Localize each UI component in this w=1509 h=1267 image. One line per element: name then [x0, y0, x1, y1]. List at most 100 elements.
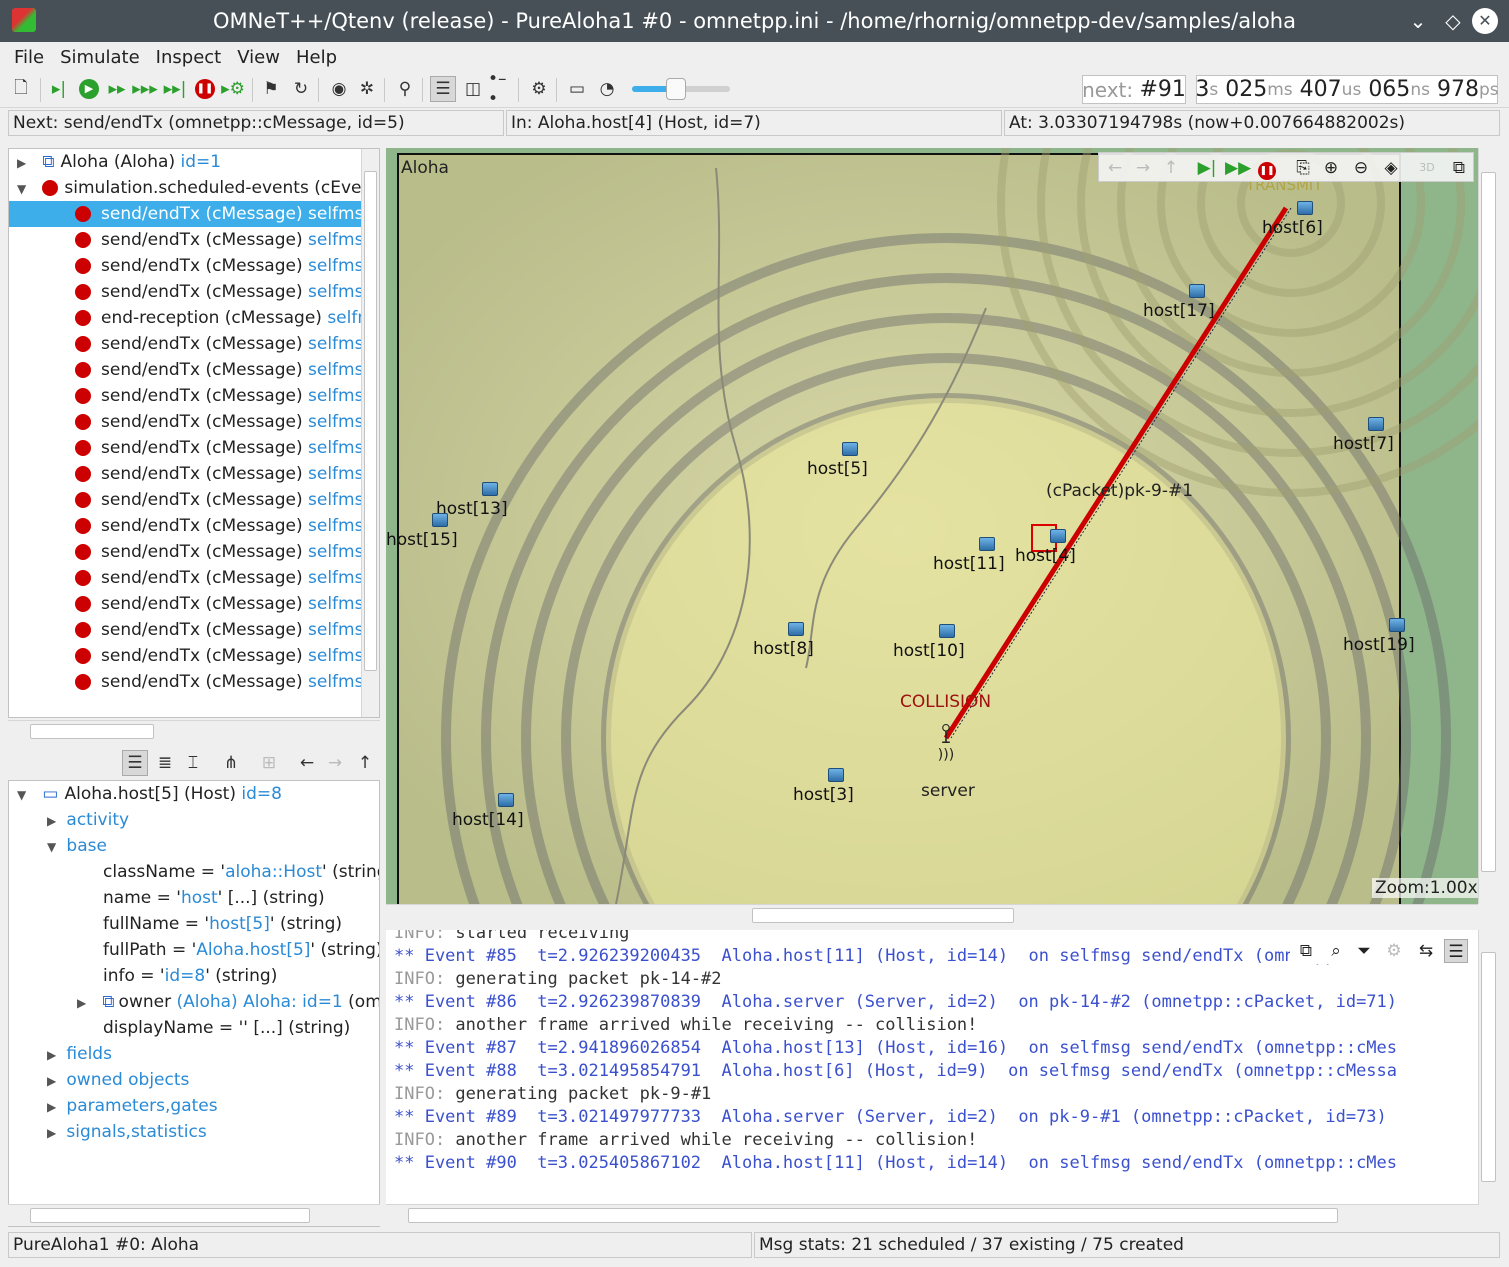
canvas-vscrollbar[interactable]	[1478, 148, 1498, 904]
chevron-down-icon[interactable]: ▼	[17, 782, 31, 807]
scheduled-event-item[interactable]: send/endTx (cMessage) selfmsg	[9, 409, 361, 435]
menu-simulate[interactable]: Simulate	[60, 47, 140, 68]
canvas-hscrollbar[interactable]	[386, 904, 1478, 926]
new-file-icon[interactable]: 🗋	[8, 76, 34, 102]
menu-file[interactable]: File	[14, 47, 44, 68]
rebuild-icon[interactable]: ↻	[288, 76, 314, 102]
owner-row[interactable]: ▶ ⧉ owner (Aloha) Aloha: id=1 (om	[9, 989, 379, 1015]
split-view-icon[interactable]: ◫	[460, 76, 486, 102]
host-node[interactable]: host[4]	[1015, 528, 1076, 566]
up-arrow-icon[interactable]: ↑	[352, 750, 378, 776]
host-node[interactable]: host[3]	[793, 767, 854, 805]
3d-icon[interactable]: 3D	[1415, 156, 1439, 180]
chevron-right-icon[interactable]: ▶	[77, 990, 91, 1015]
children-mode-icon[interactable]: ☰	[122, 750, 148, 776]
maximize-icon[interactable]: ◇	[1440, 8, 1466, 34]
scheduled-event-item[interactable]: send/endTx (cMessage) selfmsg	[9, 617, 361, 643]
property-row[interactable]: fullName = 'host[5]' (string)	[9, 911, 379, 937]
host-node[interactable]: host[15]	[386, 512, 458, 550]
scheduled-event-item[interactable]: send/endTx (cMessage) selfmsg	[9, 383, 361, 409]
flag-icon[interactable]: ⚑	[258, 76, 284, 102]
host-node[interactable]: host[17]	[1143, 283, 1215, 321]
host-node[interactable]: host[6]	[1262, 200, 1323, 238]
scheduled-event-item[interactable]: send/endTx (cMessage) selfmsg	[9, 435, 361, 461]
message-mode-icon[interactable]: ⇆	[1414, 939, 1438, 963]
settings-icon[interactable]: ⚙	[1382, 939, 1406, 963]
group-row[interactable]: ▶ signals,statistics	[9, 1119, 361, 1145]
filter-icon[interactable]: ⏷	[1352, 939, 1376, 963]
run-until-icon[interactable]: ▸▸|	[162, 76, 188, 102]
group-activity[interactable]: ▶ activity	[9, 807, 361, 833]
scheduled-event-item[interactable]: send/endTx (cMessage) selfmsg	[9, 201, 361, 227]
chevron-right-icon[interactable]: ▶	[47, 1120, 61, 1145]
scheduled-event-item[interactable]: send/endTx (cMessage) selfmsg	[9, 539, 361, 565]
record-icon[interactable]: ◉	[326, 76, 352, 102]
bug-icon[interactable]: ✲	[354, 76, 380, 102]
group-base[interactable]: ▼ base	[9, 833, 361, 859]
scheduled-event-item[interactable]: send/endTx (cMessage) selfmsg	[9, 357, 361, 383]
chevron-down-icon[interactable]: ▼	[17, 176, 31, 201]
zoom-out-icon[interactable]: ⊖	[1349, 156, 1373, 180]
run-icon[interactable]: ▶	[76, 76, 102, 102]
host-node[interactable]: host[5]	[807, 441, 868, 479]
inspector-hscrollbar[interactable]	[8, 1204, 380, 1226]
menu-view[interactable]: View	[237, 47, 280, 68]
owner-value[interactable]: (Aloha) Aloha: id=1	[176, 992, 342, 1012]
log-hscrollbar[interactable]	[386, 1204, 1478, 1226]
chevron-right-icon[interactable]: ▶	[17, 150, 31, 175]
video-icon[interactable]: ▭	[564, 76, 590, 102]
back-arrow-icon[interactable]: ←	[1103, 156, 1127, 180]
timeline-icon[interactable]: •–•	[488, 69, 514, 109]
speedometer-icon[interactable]: ◔	[594, 76, 620, 102]
tree-scheduled-events[interactable]: ▼ simulation.scheduled-events (cEver	[9, 175, 361, 201]
run-local-icon[interactable]: ▶|	[1195, 156, 1219, 180]
chevron-right-icon[interactable]: ▶	[47, 808, 61, 833]
group-row[interactable]: ▶ owned objects	[9, 1067, 361, 1093]
flat-mode-icon[interactable]: ≣	[152, 750, 178, 776]
group-row[interactable]: ▶ parameters,gates	[9, 1093, 361, 1119]
host-node[interactable]: host[19]	[1343, 617, 1415, 655]
stop-icon[interactable]: ❚❚	[192, 76, 218, 102]
express-run-icon[interactable]: ▸▸▸	[132, 76, 158, 102]
menu-inspect[interactable]: Inspect	[156, 47, 222, 68]
group-row[interactable]: ▶ fields	[9, 1041, 361, 1067]
forward-arrow-icon[interactable]: →	[1131, 156, 1155, 180]
scheduled-event-item[interactable]: send/endTx (cMessage) selfmsg	[9, 487, 361, 513]
inheritance-mode-icon[interactable]: ⋔	[218, 750, 244, 776]
menu-help[interactable]: Help	[296, 47, 337, 68]
server-node[interactable]: ⟟ )))	[926, 718, 966, 778]
zoom-in-icon[interactable]: ⊕	[1319, 156, 1343, 180]
search-icon[interactable]: ⚲	[392, 76, 418, 102]
fit-page-icon[interactable]: ⎘	[1291, 156, 1315, 180]
up-arrow-icon[interactable]: ↑	[1159, 156, 1183, 180]
chevron-down-icon[interactable]: ▼	[47, 834, 61, 859]
copy-icon[interactable]: ⧉	[1294, 939, 1318, 963]
fast-run-icon[interactable]: ▸▸	[104, 76, 130, 102]
tree-root-aloha[interactable]: ▶ ⧉ Aloha (Aloha) id=1	[9, 149, 361, 175]
scheduled-event-item[interactable]: end-reception (cMessage) selfm	[9, 305, 361, 331]
event-log[interactable]: INFO: started receiving ** Event #85 t=2.…	[386, 930, 1478, 1205]
scheduled-event-item[interactable]: send/endTx (cMessage) selfmsg	[9, 513, 361, 539]
host-node[interactable]: host[8]	[753, 621, 814, 659]
chevron-down-icon[interactable]: ⌄	[1405, 8, 1431, 34]
host-node[interactable]: host[10]	[893, 623, 965, 661]
layers-icon[interactable]: ◈	[1379, 156, 1403, 180]
debug-next-icon[interactable]: ▸⚙	[220, 76, 246, 102]
scheduled-event-item[interactable]: send/endTx (cMessage) selfmsg	[9, 227, 361, 253]
step-icon[interactable]: ▸|	[46, 76, 72, 102]
property-row[interactable]: name = 'host' [...] (string)	[9, 885, 379, 911]
scheduled-event-item[interactable]: send/endTx (cMessage) selfmsg	[9, 669, 361, 695]
property-row[interactable]: fullPath = 'Aloha.host[5]' (string)	[9, 937, 379, 963]
find-icon[interactable]: ⌕	[1324, 939, 1348, 963]
display-name-row[interactable]: displayName = '' [...] (string)	[9, 1015, 361, 1041]
chevron-right-icon[interactable]: ▶	[47, 1042, 61, 1067]
host-node[interactable]: host[14]	[452, 792, 524, 830]
scheduled-event-item[interactable]: send/endTx (cMessage) selfmsg	[9, 253, 361, 279]
gear-icon[interactable]: ⚙	[526, 76, 552, 102]
packet-mode-icon[interactable]: ⊞	[256, 750, 282, 776]
back-arrow-icon[interactable]: ←	[294, 750, 320, 776]
stop-icon[interactable]: ❚❚	[1255, 156, 1279, 180]
property-row[interactable]: className = 'aloha::Host' (string)	[9, 859, 379, 885]
chevron-right-icon[interactable]: ▶	[47, 1094, 61, 1119]
log-mode-icon[interactable]: ☰	[1444, 939, 1468, 963]
